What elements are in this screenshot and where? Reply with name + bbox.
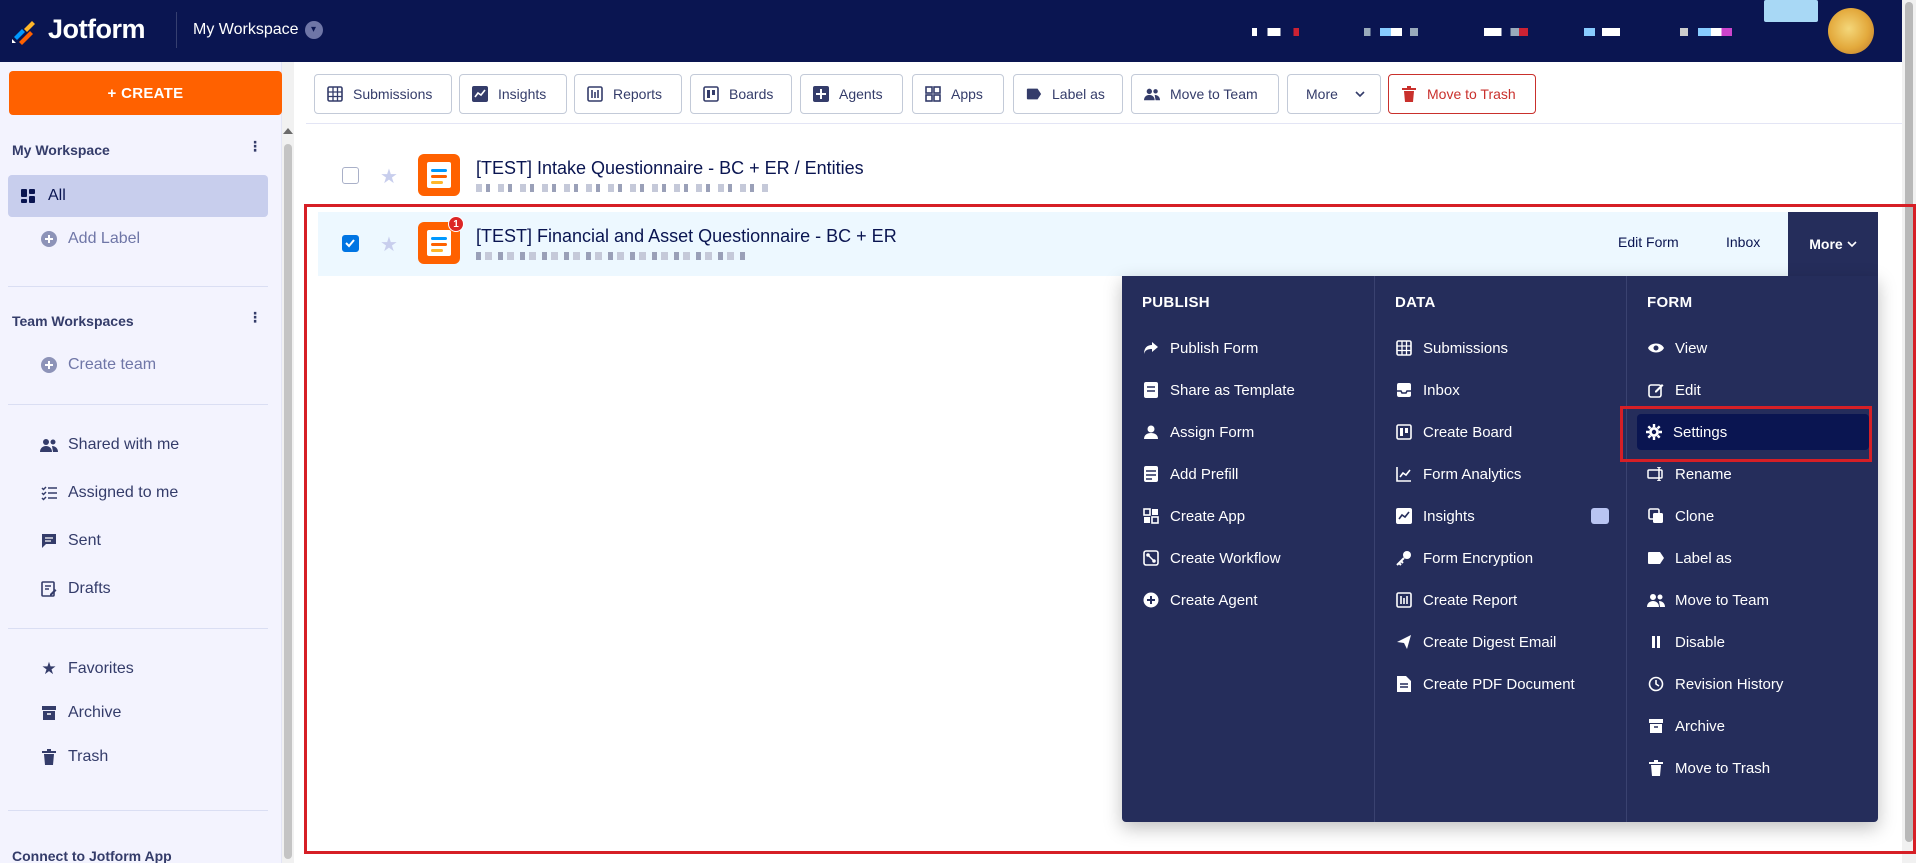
redacted-info — [1252, 28, 1304, 36]
sidebar-item-archive[interactable]: Archive — [40, 704, 121, 722]
plus-circle-icon — [40, 356, 58, 374]
draft-icon — [40, 580, 58, 598]
move-to-trash-button[interactable]: Move to Trash — [1388, 74, 1536, 114]
grid-icon — [327, 86, 343, 102]
row-checkbox[interactable] — [342, 167, 359, 184]
kebab-menu-icon[interactable]: ⋮ — [248, 310, 262, 324]
sidebar-item-label: Archive — [68, 704, 122, 721]
tag-icon — [1026, 86, 1042, 102]
redacted-info — [1680, 28, 1732, 36]
message-icon — [40, 532, 58, 550]
button-label: Move to Team — [1170, 86, 1258, 102]
report-icon — [587, 86, 603, 102]
sidebar-item-all[interactable]: All — [8, 175, 268, 217]
button-label: Reports — [613, 86, 663, 102]
team-workspaces-heading: Team Workspaces — [12, 313, 134, 329]
submissions-button[interactable]: Submissions — [314, 74, 452, 114]
highlight-settings-frame — [1620, 406, 1872, 462]
divider — [8, 628, 268, 629]
button-label: Boards — [729, 86, 774, 102]
button-label: Agents — [839, 86, 883, 102]
workspace-name: My Workspace — [193, 21, 299, 38]
button-label: Insights — [498, 86, 547, 102]
form-title[interactable]: [TEST] Intake Questionnaire - BC + ER / … — [476, 158, 864, 179]
kebab-menu-icon[interactable]: ⋮ — [248, 139, 262, 153]
insights-button[interactable]: Insights — [459, 74, 567, 114]
apps-button[interactable]: Apps — [912, 74, 1004, 114]
agents-button[interactable]: Agents — [800, 74, 903, 114]
trash-icon — [1401, 86, 1417, 102]
divider — [8, 286, 268, 287]
add-label-text: Add Label — [68, 230, 141, 247]
plus-circle-icon — [40, 230, 58, 248]
connect-app-link[interactable]: Connect to Jotform App — [12, 848, 172, 863]
my-workspace-heading: My Workspace — [12, 142, 110, 158]
form-toolbar: Submissions Insights Reports Boards Agen… — [306, 62, 1902, 124]
sidebar-item-assigned[interactable]: Assigned to me — [40, 484, 178, 502]
move-to-team-button[interactable]: Move to Team — [1131, 74, 1279, 114]
team-icon — [1144, 86, 1160, 102]
create-button[interactable]: + CREATE — [9, 71, 282, 115]
sidebar-item-label: Sent — [68, 532, 101, 549]
button-label: Label as — [1052, 86, 1105, 102]
jotform-logo[interactable]: Jotform — [10, 14, 146, 45]
board-icon — [703, 86, 719, 102]
sidebar-item-sent[interactable]: Sent — [40, 532, 101, 550]
favorite-star-icon[interactable]: ★ — [380, 164, 398, 189]
button-label: Apps — [951, 86, 983, 102]
apps-icon — [925, 86, 941, 102]
boards-button[interactable]: Boards — [690, 74, 792, 114]
highlight-frame — [304, 204, 1916, 854]
button-label: Move to Trash — [1427, 86, 1516, 102]
plan-badge-icon — [1764, 0, 1818, 22]
logo-text: Jotform — [48, 14, 146, 44]
button-label: Submissions — [353, 86, 433, 102]
sidebar-item-trash[interactable]: Trash — [40, 748, 108, 766]
top-bar: Jotform My Workspace ▾ — [0, 0, 1916, 62]
create-team-button[interactable]: Create team — [40, 356, 156, 374]
redacted-info — [1484, 28, 1528, 36]
redacted-info — [1584, 28, 1620, 36]
sidebar-item-favorites[interactable]: ★ Favorites — [40, 659, 134, 678]
users-icon — [40, 436, 58, 454]
more-button[interactable]: More — [1287, 74, 1381, 114]
agent-icon — [813, 86, 829, 102]
divider — [8, 810, 268, 811]
sidebar-item-label: Shared with me — [68, 436, 180, 453]
add-label-button[interactable]: Add Label — [40, 230, 140, 248]
form-row[interactable]: ★ [TEST] Intake Questionnaire - BC + ER … — [318, 144, 1878, 208]
dashboard-icon — [21, 189, 35, 203]
sidebar-item-shared[interactable]: Shared with me — [40, 436, 179, 454]
archive-icon — [40, 704, 58, 722]
redacted-info — [476, 184, 772, 192]
label-as-button[interactable]: Label as — [1013, 74, 1123, 114]
create-team-text: Create team — [68, 356, 157, 373]
sidebar-item-drafts[interactable]: Drafts — [40, 580, 111, 598]
sidebar: + CREATE My Workspace ⋮ All Add Label Te… — [0, 62, 282, 863]
button-label: More — [1306, 86, 1338, 102]
divider — [8, 404, 268, 405]
sidebar-item-label: Drafts — [68, 580, 111, 597]
reports-button[interactable]: Reports — [574, 74, 682, 114]
chevron-down-icon: ▾ — [304, 21, 323, 39]
form-icon — [418, 154, 460, 196]
sidebar-item-label: Trash — [68, 748, 109, 765]
trash-icon — [40, 748, 58, 766]
star-icon: ★ — [41, 659, 57, 678]
redacted-info — [1364, 28, 1418, 36]
chevron-down-icon — [1352, 86, 1368, 102]
checklist-icon — [40, 484, 58, 502]
avatar[interactable] — [1828, 8, 1874, 54]
sidebar-scrollbar[interactable] — [282, 62, 294, 863]
chart-icon — [472, 86, 488, 102]
workspace-switcher[interactable]: My Workspace ▾ — [176, 12, 323, 48]
sidebar-item-label: Favorites — [68, 660, 134, 677]
sidebar-item-label: Assigned to me — [68, 484, 179, 501]
sidebar-item-label: All — [48, 187, 66, 204]
jotform-logo-icon — [12, 20, 35, 45]
